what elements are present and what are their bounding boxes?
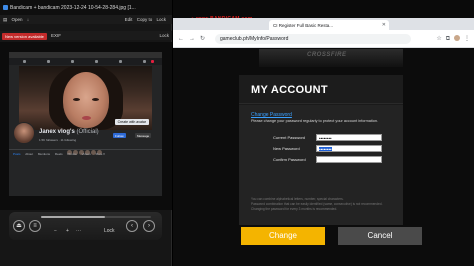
more-icon[interactable]: ··· — [76, 228, 81, 234]
eject-icon[interactable]: ⏏ — [13, 220, 25, 232]
page-title: MY ACCOUNT — [251, 84, 328, 96]
confirm-password-label: Confirm Password — [273, 157, 306, 162]
viewer-title-bar: Bandicam + bandicam 2023-12-24 10-54-28-… — [0, 0, 172, 15]
right-eye — [92, 98, 99, 101]
current-password-field[interactable]: •••••••• — [316, 134, 382, 141]
nav-icons: ← → ↻ — [178, 35, 210, 42]
tab-bar: CI Register Full Basic Resta... ✕ – □ ✕ — [173, 18, 474, 44]
viewer-app-icon — [3, 5, 8, 10]
url-text: gameclub.ph/MyInfo/Password — [220, 36, 289, 42]
alert-icon — [151, 60, 154, 63]
home-icon — [23, 60, 26, 63]
screenshot-image: Create with avatar Janex vlog's (Officia… — [9, 52, 162, 196]
cover-photo: Create with avatar — [19, 66, 152, 130]
current-password-label: Current Password — [273, 135, 306, 140]
left-eye — [73, 98, 80, 101]
password-note: Changing the password for every 3 months… — [251, 207, 338, 211]
tab-more: More ▾ — [95, 152, 105, 156]
profile-official-tag: (Official) — [76, 129, 99, 135]
password-note: You can combine alphabetical letters, nu… — [251, 197, 344, 201]
new-password-label: New Password — [273, 146, 300, 151]
new-password-value: •••••••• — [319, 147, 332, 152]
change-button[interactable]: Change — [241, 227, 325, 245]
profile-name-text: Janex vlog's — [39, 129, 75, 135]
follow-button: Follow — [113, 133, 126, 138]
zoom-in-icon[interactable]: + — [66, 228, 69, 234]
confirm-password-field[interactable] — [316, 156, 382, 163]
section-title[interactable]: Change Password — [251, 112, 292, 118]
address-bar: ← → ↻ gameclub.ph/MyInfo/Password ☆ ⧉ ⋮ — [173, 30, 474, 48]
download-icon[interactable]: ↓ — [27, 17, 29, 22]
profile-icon[interactable] — [454, 35, 460, 41]
prev-icon[interactable]: ‹ — [126, 220, 138, 232]
lock-button[interactable]: Lock — [156, 17, 166, 22]
section-description: Please change your password regularly to… — [251, 119, 379, 123]
banner-logo: CROSSFIRE — [307, 52, 347, 58]
profile-tabs: Posts About Mentions Reels Photos Videos… — [9, 149, 162, 156]
forward-icon[interactable]: → — [189, 36, 195, 42]
exif-button[interactable]: EXIF — [51, 33, 61, 38]
tab-photos: Photos — [67, 152, 77, 156]
video-icon — [47, 60, 50, 63]
marketplace-icon — [71, 60, 74, 63]
close-tab-icon[interactable]: ✕ — [382, 22, 386, 28]
lock-toggle[interactable]: Lock — [159, 33, 169, 38]
tab-about: About — [25, 152, 34, 156]
extensions-icon[interactable]: ⧉ — [446, 36, 450, 42]
message-button: Message — [135, 133, 152, 138]
edit-button[interactable]: Edit — [125, 17, 133, 22]
account-card: MY ACCOUNT Change Password Please change… — [239, 75, 403, 225]
image-viewer-window: Bandicam + bandicam 2023-12-24 10-54-28-… — [0, 0, 172, 266]
fb-nav-bar — [9, 58, 162, 65]
password-form: Change Password Please change your passw… — [239, 105, 403, 225]
new-version-badge[interactable]: New version available — [2, 33, 47, 40]
copy-to-button[interactable]: Copy to — [137, 17, 153, 22]
browser-tab[interactable]: CI Register Full Basic Resta... ✕ — [269, 20, 389, 30]
tab-reels: Reels — [54, 152, 63, 156]
groups-icon — [95, 60, 98, 63]
bookmark-icon[interactable]: ☆ — [436, 36, 441, 42]
tab-posts: Posts — [13, 152, 21, 156]
notification-icon — [143, 60, 146, 63]
gaming-icon — [119, 60, 122, 63]
screen: Bandicam + bandicam 2023-12-24 10-54-28-… — [0, 0, 474, 266]
url-field[interactable]: gameclub.ph/MyInfo/Password — [215, 34, 411, 44]
zoom-out-icon[interactable]: − — [54, 228, 57, 234]
open-button[interactable]: Open — [12, 17, 23, 22]
profile-name: Janex vlog's (Official) — [39, 129, 99, 135]
friend-avatars — [67, 142, 117, 155]
lips — [82, 116, 91, 120]
game-banner: CROSSFIRE — [259, 49, 403, 67]
viewer-controls: ⏏ ≡ − + ··· Lock ‹ › — [9, 212, 162, 240]
cover-action-button: Create with avatar — [114, 119, 149, 125]
face-shape — [63, 72, 109, 128]
reload-icon[interactable]: ↻ — [200, 36, 205, 42]
profile-avatar — [13, 122, 35, 144]
cancel-button[interactable]: Cancel — [338, 227, 422, 245]
kebab-menu-icon[interactable]: ⋮ — [464, 36, 470, 42]
lock-label[interactable]: Lock — [104, 228, 115, 234]
next-icon[interactable]: › — [143, 220, 155, 232]
tab-title: CI Register Full Basic Resta... — [273, 23, 334, 28]
menu-button-icon[interactable]: ≡ — [29, 220, 41, 232]
password-note: Password combination that can be easily … — [251, 202, 383, 206]
progress-track[interactable] — [41, 216, 151, 218]
progress-fill — [41, 216, 105, 218]
menu-icon[interactable]: ▤ — [3, 17, 7, 22]
current-password-value: •••••••• — [319, 136, 332, 141]
back-icon[interactable]: ← — [178, 36, 184, 42]
viewer-toolbar: ▤ Open ↓ Edit Copy to Lock — [0, 15, 172, 24]
browser-actions: ☆ ⧉ ⋮ — [432, 35, 470, 43]
card-header: MY ACCOUNT — [239, 75, 403, 104]
new-password-field[interactable]: •••••••• — [316, 145, 382, 152]
tab-videos: Videos — [81, 152, 91, 156]
tab-mentions: Mentions — [37, 152, 51, 156]
viewer-title-text: Bandicam + bandicam 2023-12-24 10-54-28-… — [10, 5, 136, 11]
